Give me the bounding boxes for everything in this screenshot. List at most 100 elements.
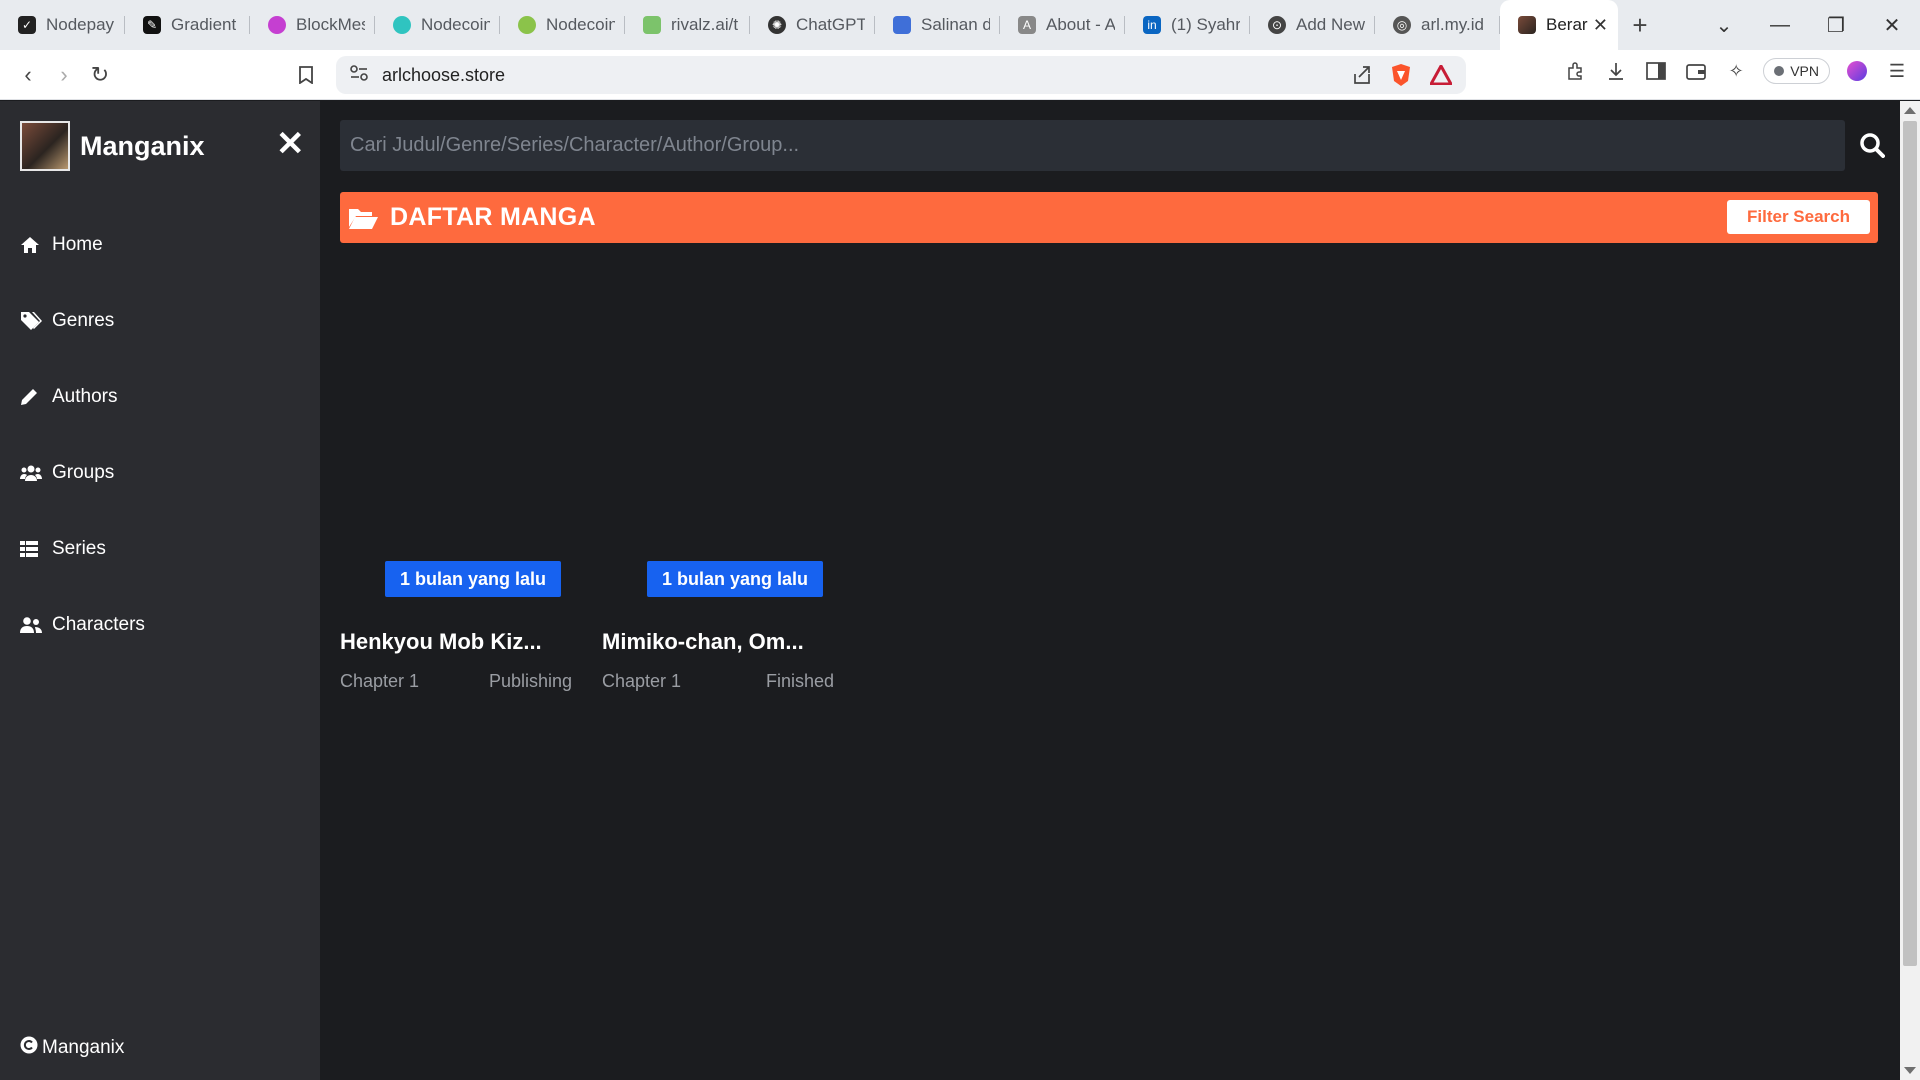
status-text: Finished	[765, 671, 834, 691]
sidebar-item-label: Groups	[52, 462, 115, 483]
brave-shield-icon[interactable]	[1390, 63, 1412, 92]
section-header: DAFTAR MANGA Filter Search	[340, 192, 1878, 243]
manga-card[interactable]: 1 bulan yang lalu Mimiko-chan, Om... Cha…	[602, 261, 834, 691]
manga-meta: Chapter 1 Finished	[602, 671, 834, 692]
tab-favicon-icon	[1518, 16, 1536, 34]
sidebar-item-label: Genres	[52, 310, 115, 331]
restore-icon[interactable]: ❐	[1808, 13, 1864, 38]
tab-search-icon[interactable]: ⌄	[1696, 13, 1752, 38]
sidebar-item-home[interactable]: Home	[20, 207, 145, 283]
chapter-link[interactable]: Chapter 1	[340, 671, 419, 692]
sidebar-item-label: Home	[52, 234, 103, 255]
tab-label: Gradient	[171, 15, 237, 34]
chapter-link[interactable]: Chapter 1	[602, 671, 681, 692]
browser-tab[interactable]: rivalz.ai/t	[625, 0, 750, 50]
tab-label: Nodepay	[46, 15, 115, 34]
url-text: arlchoose.store	[382, 64, 506, 85]
tab-favicon-icon: in	[1143, 16, 1161, 34]
search-icon[interactable]	[1856, 129, 1888, 161]
manga-title[interactable]: Henkyou Mob Kiz...	[340, 629, 542, 655]
reload-icon[interactable]: ↻	[82, 57, 118, 93]
tab-label: Nodecoin	[421, 15, 490, 34]
sidebar-item-genres[interactable]: Genres	[20, 283, 145, 359]
sidebar-item-characters[interactable]: Characters	[20, 587, 145, 663]
sidebar-item-series[interactable]: Series	[20, 511, 145, 587]
brand-name: Manganix	[80, 130, 205, 161]
forward-icon[interactable]: ›	[46, 57, 82, 93]
browser-tab-strip: ✓ Nodepay ✎ Gradient BlockMes Nodecoin Nod…	[0, 0, 1920, 50]
new-tab-button[interactable]: +	[1618, 0, 1662, 50]
scroll-down-arrow-icon[interactable]	[1904, 1067, 1916, 1074]
leo-ai-icon[interactable]: ✧	[1723, 58, 1749, 84]
tab-favicon-icon: ⊙	[1268, 16, 1286, 34]
profile-avatar-icon[interactable]	[1844, 58, 1870, 84]
time-badge: 1 bulan yang lalu	[385, 561, 562, 597]
browser-tab[interactable]: Nodecoin	[500, 0, 625, 50]
close-sidebar-icon[interactable]: ✕	[276, 127, 305, 161]
browser-toolbar: ‹ › ↻ arlchoose.store ✧ VPN ☰	[0, 50, 1920, 100]
sidebar-nav: Home Genres Authors Groups Series Charac…	[20, 207, 145, 663]
tab-favicon-icon: A	[1018, 16, 1036, 34]
browser-tab[interactable]: Nodecoin	[375, 0, 500, 50]
filter-search-button[interactable]: Filter Search	[1727, 200, 1870, 234]
tab-favicon-icon	[643, 16, 661, 34]
sidebar-item-groups[interactable]: Groups	[20, 435, 145, 511]
scrollbar-thumb[interactable]	[1903, 121, 1917, 966]
copyright-icon	[20, 1036, 38, 1060]
sidebar-item-authors[interactable]: Authors	[20, 359, 145, 435]
browser-tab[interactable]: in (1) Syahri	[1125, 0, 1250, 50]
browser-tab-active[interactable]: Berar ✕	[1500, 0, 1618, 50]
close-window-icon[interactable]: ✕	[1864, 13, 1920, 38]
tab-favicon-icon	[268, 16, 286, 34]
browser-tab[interactable]: ◎ arl.my.id	[1375, 0, 1500, 50]
vpn-label: VPN	[1790, 63, 1819, 79]
close-tab-icon[interactable]: ✕	[1593, 15, 1608, 36]
search-input[interactable]	[340, 120, 1845, 171]
vpn-button[interactable]: VPN	[1763, 58, 1830, 84]
tab-label: Berar	[1546, 15, 1588, 34]
tags-icon	[20, 311, 42, 331]
site-info-icon[interactable]	[350, 64, 368, 86]
bookmark-icon[interactable]	[288, 57, 324, 93]
back-icon[interactable]: ‹	[10, 57, 46, 93]
scroll-up-arrow-icon[interactable]	[1904, 107, 1916, 114]
window-controls: ⌄ — ❐ ✕	[1696, 0, 1920, 50]
manga-cover[interactable]	[340, 261, 572, 581]
tab-label: arl.my.id	[1421, 15, 1484, 34]
home-icon	[20, 236, 42, 254]
user-friends-icon	[20, 617, 42, 633]
extensions-icon[interactable]	[1563, 58, 1589, 84]
manga-cover[interactable]	[602, 261, 834, 581]
manga-card[interactable]: 1 bulan yang lalu Henkyou Mob Kiz... Cha…	[340, 261, 572, 691]
tab-favicon-icon: ✎	[143, 16, 161, 34]
sidebar-footer: Manganix	[20, 1036, 124, 1060]
tab-label: (1) Syahri	[1171, 15, 1240, 34]
section-title: DAFTAR MANGA	[390, 203, 596, 231]
brand[interactable]: Manganix	[20, 121, 205, 171]
browser-tab[interactable]: ✓ Nodepay	[0, 0, 125, 50]
browser-tab[interactable]: ✎ Gradient	[125, 0, 250, 50]
manga-title[interactable]: Mimiko-chan, Om...	[602, 629, 804, 655]
browser-tab[interactable]: Salinan d	[875, 0, 1000, 50]
brave-rewards-icon[interactable]	[1428, 62, 1454, 90]
tab-favicon-icon: ✺	[768, 16, 786, 34]
tab-favicon-icon	[393, 16, 411, 34]
list-icon	[20, 541, 42, 557]
browser-tab[interactable]: A About - A	[1000, 0, 1125, 50]
browser-tab[interactable]: BlockMes	[250, 0, 375, 50]
tab-favicon-icon: ◎	[1393, 16, 1411, 34]
wallet-icon[interactable]	[1683, 58, 1709, 84]
browser-tab[interactable]: ✺ ChatGPT	[750, 0, 875, 50]
browser-tab[interactable]: ⊙ Add New	[1250, 0, 1375, 50]
download-icon[interactable]	[1603, 58, 1629, 84]
sidebar-item-label: Characters	[52, 614, 145, 635]
sidebar-toggle-icon[interactable]	[1643, 58, 1669, 84]
address-bar[interactable]: arlchoose.store	[336, 56, 1466, 94]
sidebar: Manganix ✕ Home Genres Authors Groups Se…	[0, 101, 320, 1080]
share-icon[interactable]	[1352, 65, 1372, 90]
tab-label: About - A	[1046, 15, 1115, 34]
minimize-icon[interactable]: —	[1752, 14, 1808, 37]
tab-favicon-icon: ✓	[18, 16, 36, 34]
page-scrollbar[interactable]	[1900, 101, 1920, 1080]
menu-icon[interactable]: ☰	[1884, 58, 1910, 84]
